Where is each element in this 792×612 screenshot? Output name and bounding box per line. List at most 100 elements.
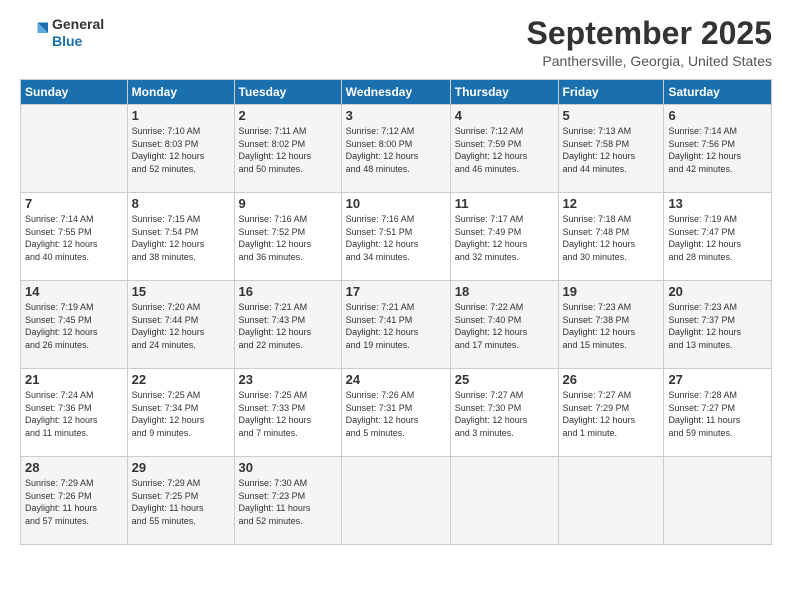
day-info: Sunrise: 7:30 AM Sunset: 7:23 PM Dayligh… [239, 477, 337, 527]
day-number: 23 [239, 372, 337, 387]
calendar-cell: 11 Sunrise: 7:17 AM Sunset: 7:49 PM Dayli… [450, 193, 558, 281]
page: General Blue September 2025 Panthersvill… [0, 0, 792, 612]
calendar-cell [21, 105, 128, 193]
day-info: Sunrise: 7:29 AM Sunset: 7:26 PM Dayligh… [25, 477, 123, 527]
day-info: Sunrise: 7:19 AM Sunset: 7:47 PM Dayligh… [668, 213, 767, 263]
day-number: 21 [25, 372, 123, 387]
logo-text: General Blue [52, 16, 104, 50]
day-number: 8 [132, 196, 230, 211]
calendar-cell: 20Sunrise: 7:23 AM Sunset: 7:37 PM Dayli… [664, 281, 772, 369]
day-info: Sunrise: 7:16 AM Sunset: 7:52 PM Dayligh… [239, 213, 337, 263]
calendar-cell: 28 Sunrise: 7:29 AM Sunset: 7:26 PM Dayli… [21, 457, 128, 545]
day-number: 13 [668, 196, 767, 211]
day-number: 3 [346, 108, 446, 123]
calendar-cell: 30 Sunrise: 7:30 AM Sunset: 7:23 PM Dayli… [234, 457, 341, 545]
calendar-week-row: 21 Sunrise: 7:24 AM Sunset: 7:36 PM Dayli… [21, 369, 772, 457]
calendar-cell: 21 Sunrise: 7:24 AM Sunset: 7:36 PM Dayli… [21, 369, 128, 457]
calendar-cell: 26 Sunrise: 7:27 AM Sunset: 7:29 PM Dayli… [558, 369, 664, 457]
day-info: Sunrise: 7:26 AM Sunset: 7:31 PM Dayligh… [346, 389, 446, 439]
logo: General Blue [20, 16, 104, 50]
calendar-day-header: Saturday [664, 80, 772, 105]
day-info: Sunrise: 7:28 AM Sunset: 7:27 PM Dayligh… [668, 389, 767, 439]
day-info: Sunrise: 7:12 AM Sunset: 7:59 PM Dayligh… [455, 125, 554, 175]
month-title: September 2025 [527, 16, 772, 51]
day-info: Sunrise: 7:23 AM Sunset: 7:38 PM Dayligh… [563, 301, 660, 351]
day-info: Sunrise: 7:22 AM Sunset: 7:40 PM Dayligh… [455, 301, 554, 351]
calendar-cell: 22 Sunrise: 7:25 AM Sunset: 7:34 PM Dayli… [127, 369, 234, 457]
calendar-cell: 23 Sunrise: 7:25 AM Sunset: 7:33 PM Dayli… [234, 369, 341, 457]
day-info: Sunrise: 7:10 AM Sunset: 8:03 PM Dayligh… [132, 125, 230, 175]
day-number: 2 [239, 108, 337, 123]
day-info: Sunrise: 7:11 AM Sunset: 8:02 PM Dayligh… [239, 125, 337, 175]
calendar-cell [450, 457, 558, 545]
day-number: 24 [346, 372, 446, 387]
calendar-cell: 12Sunrise: 7:18 AM Sunset: 7:48 PM Dayli… [558, 193, 664, 281]
day-number: 30 [239, 460, 337, 475]
calendar-cell: 19 Sunrise: 7:23 AM Sunset: 7:38 PM Dayli… [558, 281, 664, 369]
day-number: 20 [668, 284, 767, 299]
day-number: 26 [563, 372, 660, 387]
day-info: Sunrise: 7:16 AM Sunset: 7:51 PM Dayligh… [346, 213, 446, 263]
day-number: 29 [132, 460, 230, 475]
day-number: 11 [455, 196, 554, 211]
calendar-day-header: Friday [558, 80, 664, 105]
title-block: September 2025 Panthersville, Georgia, U… [527, 16, 772, 69]
day-info: Sunrise: 7:21 AM Sunset: 7:43 PM Dayligh… [239, 301, 337, 351]
day-info: Sunrise: 7:21 AM Sunset: 7:41 PM Dayligh… [346, 301, 446, 351]
calendar-week-row: 1 Sunrise: 7:10 AM Sunset: 8:03 PM Daylig… [21, 105, 772, 193]
day-number: 6 [668, 108, 767, 123]
calendar-week-row: 14Sunrise: 7:19 AM Sunset: 7:45 PM Dayli… [21, 281, 772, 369]
day-info: Sunrise: 7:15 AM Sunset: 7:54 PM Dayligh… [132, 213, 230, 263]
calendar-week-row: 7 Sunrise: 7:14 AM Sunset: 7:55 PM Daylig… [21, 193, 772, 281]
calendar-day-header: Thursday [450, 80, 558, 105]
day-number: 28 [25, 460, 123, 475]
day-info: Sunrise: 7:20 AM Sunset: 7:44 PM Dayligh… [132, 301, 230, 351]
calendar-cell: 2 Sunrise: 7:11 AM Sunset: 8:02 PM Daylig… [234, 105, 341, 193]
day-number: 7 [25, 196, 123, 211]
day-number: 18 [455, 284, 554, 299]
day-number: 17 [346, 284, 446, 299]
calendar-cell [664, 457, 772, 545]
calendar-cell: 16 Sunrise: 7:21 AM Sunset: 7:43 PM Dayli… [234, 281, 341, 369]
calendar-cell: 6 Sunrise: 7:14 AM Sunset: 7:56 PM Daylig… [664, 105, 772, 193]
day-info: Sunrise: 7:29 AM Sunset: 7:25 PM Dayligh… [132, 477, 230, 527]
day-number: 19 [563, 284, 660, 299]
calendar-cell: 15Sunrise: 7:20 AM Sunset: 7:44 PM Dayli… [127, 281, 234, 369]
calendar-cell: 1 Sunrise: 7:10 AM Sunset: 8:03 PM Daylig… [127, 105, 234, 193]
day-number: 1 [132, 108, 230, 123]
location: Panthersville, Georgia, United States [527, 53, 772, 69]
day-info: Sunrise: 7:27 AM Sunset: 7:30 PM Dayligh… [455, 389, 554, 439]
calendar-day-header: Wednesday [341, 80, 450, 105]
logo-blue: Blue [52, 33, 82, 49]
calendar-cell: 4 Sunrise: 7:12 AM Sunset: 7:59 PM Daylig… [450, 105, 558, 193]
day-number: 27 [668, 372, 767, 387]
header: General Blue September 2025 Panthersvill… [20, 16, 772, 69]
calendar-cell: 7 Sunrise: 7:14 AM Sunset: 7:55 PM Daylig… [21, 193, 128, 281]
calendar-cell: 13 Sunrise: 7:19 AM Sunset: 7:47 PM Dayli… [664, 193, 772, 281]
day-info: Sunrise: 7:24 AM Sunset: 7:36 PM Dayligh… [25, 389, 123, 439]
day-number: 10 [346, 196, 446, 211]
day-info: Sunrise: 7:25 AM Sunset: 7:34 PM Dayligh… [132, 389, 230, 439]
calendar-cell: 9Sunrise: 7:16 AM Sunset: 7:52 PM Daylig… [234, 193, 341, 281]
day-info: Sunrise: 7:25 AM Sunset: 7:33 PM Dayligh… [239, 389, 337, 439]
day-info: Sunrise: 7:13 AM Sunset: 7:58 PM Dayligh… [563, 125, 660, 175]
calendar-cell [341, 457, 450, 545]
logo-icon [20, 19, 48, 47]
day-number: 4 [455, 108, 554, 123]
day-info: Sunrise: 7:27 AM Sunset: 7:29 PM Dayligh… [563, 389, 660, 439]
day-number: 14 [25, 284, 123, 299]
day-info: Sunrise: 7:14 AM Sunset: 7:55 PM Dayligh… [25, 213, 123, 263]
calendar-header-row: SundayMondayTuesdayWednesdayThursdayFrid… [21, 80, 772, 105]
calendar-cell: 29 Sunrise: 7:29 AM Sunset: 7:25 PM Dayli… [127, 457, 234, 545]
day-number: 16 [239, 284, 337, 299]
calendar-cell: 24 Sunrise: 7:26 AM Sunset: 7:31 PM Dayli… [341, 369, 450, 457]
calendar-cell: 3Sunrise: 7:12 AM Sunset: 8:00 PM Daylig… [341, 105, 450, 193]
calendar: SundayMondayTuesdayWednesdayThursdayFrid… [20, 79, 772, 545]
calendar-day-header: Monday [127, 80, 234, 105]
calendar-week-row: 28 Sunrise: 7:29 AM Sunset: 7:26 PM Dayli… [21, 457, 772, 545]
day-number: 22 [132, 372, 230, 387]
day-info: Sunrise: 7:17 AM Sunset: 7:49 PM Dayligh… [455, 213, 554, 263]
day-info: Sunrise: 7:14 AM Sunset: 7:56 PM Dayligh… [668, 125, 767, 175]
calendar-cell: 17 Sunrise: 7:21 AM Sunset: 7:41 PM Dayli… [341, 281, 450, 369]
day-number: 25 [455, 372, 554, 387]
